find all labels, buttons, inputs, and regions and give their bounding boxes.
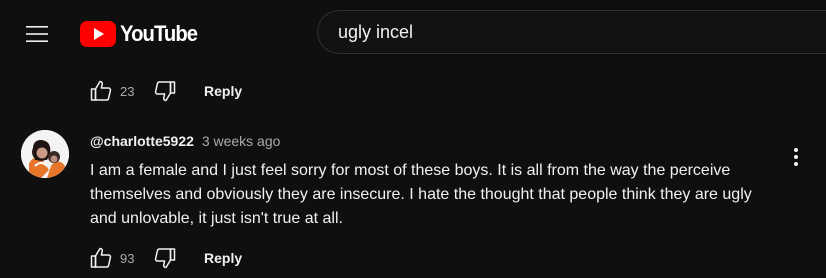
avatar[interactable] bbox=[21, 130, 69, 178]
comment-header: @charlotte5922 3 weeks ago bbox=[90, 133, 280, 149]
more-options-button[interactable] bbox=[784, 144, 808, 170]
search-box[interactable] bbox=[317, 10, 826, 54]
more-vert-icon bbox=[794, 148, 798, 166]
like-count: 23 bbox=[120, 83, 135, 99]
avatar-image bbox=[21, 130, 69, 178]
reply-button[interactable]: Reply bbox=[204, 250, 242, 266]
menu-button[interactable] bbox=[18, 15, 56, 53]
dislike-button[interactable] bbox=[152, 78, 178, 104]
top-bar: YouTube bbox=[0, 0, 826, 66]
comment-actions: 93 Reply bbox=[88, 243, 242, 273]
like-button[interactable] bbox=[88, 78, 114, 104]
thumbs-down-icon bbox=[154, 248, 176, 269]
comment-timestamp[interactable]: 3 weeks ago bbox=[202, 133, 281, 149]
like-button[interactable] bbox=[88, 245, 114, 271]
logo-text: YouTube bbox=[120, 21, 198, 46]
like-count: 93 bbox=[120, 250, 135, 266]
thumbs-down-icon bbox=[154, 81, 176, 102]
search-input[interactable] bbox=[338, 21, 826, 43]
youtube-logo-icon bbox=[80, 21, 116, 47]
comment-author[interactable]: @charlotte5922 bbox=[90, 133, 194, 149]
youtube-logo[interactable]: YouTube bbox=[80, 20, 204, 48]
thumbs-up-icon bbox=[90, 80, 112, 101]
dislike-button[interactable] bbox=[152, 245, 178, 271]
menu-icon bbox=[26, 26, 48, 42]
reply-button[interactable]: Reply bbox=[204, 83, 242, 99]
thumbs-up-icon bbox=[90, 247, 112, 268]
previous-comment-actions: 23 Reply bbox=[88, 76, 242, 106]
comment-text: I am a female and I just feel sorry for … bbox=[90, 162, 752, 227]
